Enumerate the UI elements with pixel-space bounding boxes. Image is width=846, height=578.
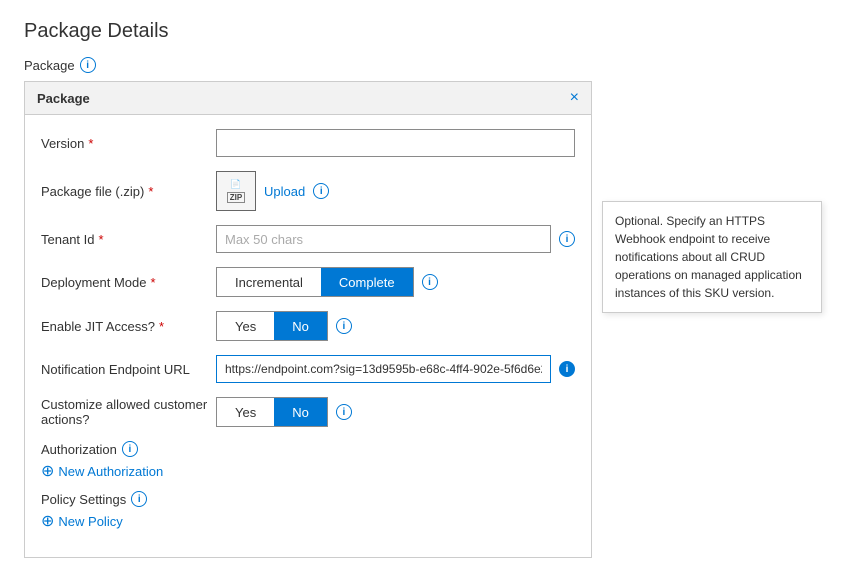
package-panel: Package × Version * Package file (.zip) … [24,81,592,558]
jit-access-toggle: Yes No [216,311,328,341]
policy-info-icon[interactable]: i [131,491,147,507]
new-authorization-plus-icon: ⊕ [41,461,54,481]
upload-link[interactable]: Upload [264,184,305,199]
jit-access-label: Enable JIT Access? * [41,319,216,334]
jit-access-yes[interactable]: Yes [217,312,274,340]
package-file-required: * [148,184,153,199]
upload-area: 📄 ZIP Upload i [216,171,329,211]
notification-url-label: Notification Endpoint URL [41,362,216,377]
tooltip-text: Optional. Specify an HTTPS Webhook endpo… [615,214,802,300]
deployment-mode-required: * [151,275,156,290]
deployment-mode-row: Deployment Mode * Incremental Complete i [41,267,575,297]
package-section-label: Package i [24,57,822,73]
customize-actions-toggle: Yes No [216,397,328,427]
policy-title: Policy Settings i [41,491,575,507]
panel-body: Version * Package file (.zip) * 📄 ZIP Up… [25,115,591,557]
package-file-row: Package file (.zip) * 📄 ZIP Upload i [41,171,575,211]
panel-container: Package × Version * Package file (.zip) … [24,81,822,558]
tenant-id-row: Tenant Id * i [41,225,575,253]
tenant-id-info-icon[interactable]: i [559,231,575,247]
new-authorization-link[interactable]: ⊕ New Authorization [41,461,575,481]
version-required: * [88,136,93,151]
panel-header: Package × [25,82,591,115]
jit-access-info-icon[interactable]: i [336,318,352,334]
authorization-info-icon[interactable]: i [122,441,138,457]
package-file-info-icon[interactable]: i [313,183,329,199]
customize-actions-row: Customize allowed customer actions? Yes … [41,397,575,427]
panel-title: Package [37,91,90,106]
customize-actions-no[interactable]: No [274,398,327,426]
new-policy-plus-icon: ⊕ [41,511,54,531]
zip-label: ZIP [227,192,245,203]
package-section-info-icon[interactable]: i [80,57,96,73]
notification-url-tooltip: Optional. Specify an HTTPS Webhook endpo… [602,201,822,313]
close-button[interactable]: × [570,90,579,106]
notification-url-row: Notification Endpoint URL i [41,355,575,383]
customize-actions-info-icon[interactable]: i [336,404,352,420]
deployment-mode-info-icon[interactable]: i [422,274,438,290]
notification-url-info-icon[interactable]: i [559,361,575,377]
authorization-section: Authorization i ⊕ New Authorization [41,441,575,481]
deployment-mode-toggle: Incremental Complete [216,267,414,297]
jit-access-no[interactable]: No [274,312,327,340]
tenant-id-required: * [99,232,104,247]
jit-access-row: Enable JIT Access? * Yes No i [41,311,575,341]
deployment-mode-label: Deployment Mode * [41,275,216,290]
zip-icon: 📄 ZIP [216,171,256,211]
tenant-id-input[interactable] [216,225,551,253]
page-title: Package Details [24,20,822,43]
customize-actions-label: Customize allowed customer actions? [41,397,216,427]
section-label-text: Package [24,58,75,73]
version-input[interactable] [216,129,575,157]
notification-url-input[interactable] [216,355,551,383]
policy-section: Policy Settings i ⊕ New Policy [41,491,575,531]
new-policy-link[interactable]: ⊕ New Policy [41,511,575,531]
version-label: Version * [41,136,216,151]
tenant-id-label: Tenant Id * [41,232,216,247]
jit-required: * [159,319,164,334]
package-file-label: Package file (.zip) * [41,184,216,199]
deployment-mode-incremental[interactable]: Incremental [217,268,321,296]
customize-actions-yes[interactable]: Yes [217,398,274,426]
authorization-title: Authorization i [41,441,575,457]
deployment-mode-complete[interactable]: Complete [321,268,413,296]
version-row: Version * [41,129,575,157]
